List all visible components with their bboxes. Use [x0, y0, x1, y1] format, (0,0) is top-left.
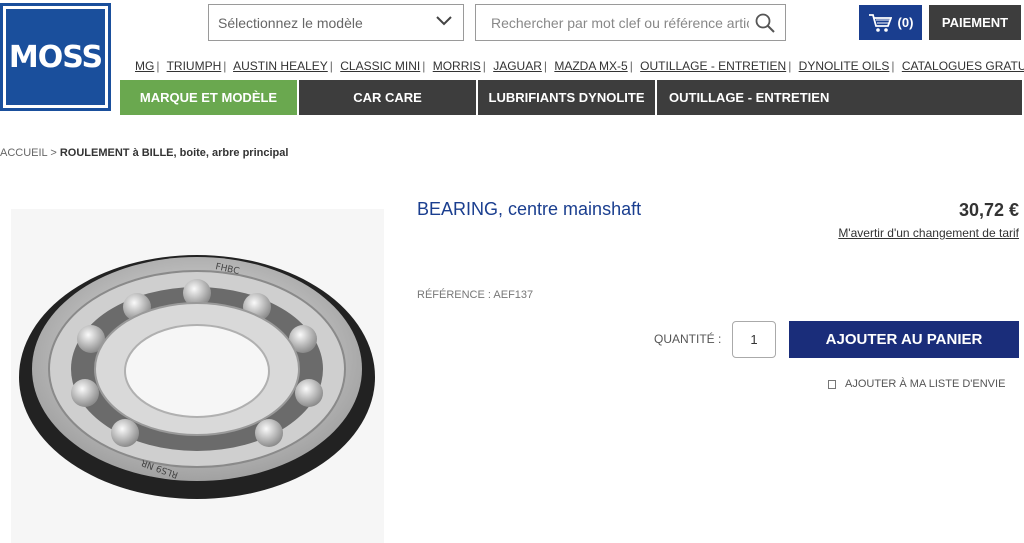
breadcrumb-separator: > — [50, 147, 57, 159]
cart-count: (0) — [897, 15, 914, 30]
breadcrumb-home[interactable]: ACCUEIL — [0, 147, 47, 159]
model-select[interactable]: Sélectionnez le modèle — [208, 4, 464, 41]
product-image[interactable]: FHBC RLS9 NR — [11, 209, 384, 543]
checkout-button[interactable]: PAIEMENT — [929, 5, 1021, 40]
brand-link-morris[interactable]: MORRIS — [433, 59, 481, 73]
link-separator: | — [422, 59, 426, 73]
brand-link-jaguar[interactable]: JAGUAR — [493, 59, 542, 73]
breadcrumb: ACCUEIL > ROULEMENT à BILLE, boite, arbr… — [0, 147, 288, 159]
brand-link-mazda-mx5[interactable]: MAZDA MX-5 — [554, 59, 627, 73]
moss-logo[interactable]: MOSS — [0, 3, 111, 111]
brand-links: MG | TRIUMPH | AUSTIN HEALEY | CLASSIC MINI… — [135, 59, 1024, 73]
cart-button[interactable]: (0) — [859, 5, 922, 40]
link-separator: | — [543, 59, 547, 73]
wishlist-checkbox-icon[interactable] — [828, 379, 836, 389]
link-separator: | — [482, 59, 486, 73]
chevron-down-icon — [436, 16, 452, 26]
wishlist-link[interactable]: AJOUTER À MA LISTE D'ENVIE — [828, 378, 1005, 390]
brand-link-classic-mini[interactable]: CLASSIC MINI — [340, 59, 420, 73]
search-box[interactable] — [475, 4, 786, 41]
wishlist-label: AJOUTER À MA LISTE D'ENVIE — [845, 378, 1006, 390]
link-separator: | — [329, 59, 333, 73]
logo-badge: MOSS — [6, 9, 105, 105]
main-menu: MARQUE ET MODÈLE CAR CARE LUBRIFIANTS DY… — [120, 80, 1022, 115]
brand-link-dynolite-oils[interactable]: DYNOLITE OILS — [799, 59, 890, 73]
brand-link-catalogues[interactable]: CATALOGUES GRATUITS — [902, 59, 1024, 73]
logo-text: MOSS — [8, 39, 103, 75]
menu-item-lubrifiants[interactable]: LUBRIFIANTS DYNOLITE — [478, 80, 657, 115]
quantity-label: QUANTITÉ : — [654, 332, 722, 346]
bearing-illustration: FHBC RLS9 NR — [19, 255, 375, 499]
quantity-input[interactable] — [732, 321, 776, 358]
model-select-placeholder: Sélectionnez le modèle — [218, 14, 363, 31]
brand-link-outillage[interactable]: OUTILLAGE - ENTRETIEN — [640, 59, 786, 73]
link-separator: | — [156, 59, 160, 73]
breadcrumb-current: ROULEMENT à BILLE, boite, arbre principa… — [59, 147, 289, 159]
search-icon[interactable] — [755, 13, 775, 33]
menu-item-outillage[interactable]: OUTILLAGE - ENTRETIEN — [657, 80, 1022, 115]
link-separator: | — [788, 59, 792, 73]
link-separator: | — [223, 59, 227, 73]
link-separator: | — [891, 59, 895, 73]
menu-item-car-care[interactable]: CAR CARE — [299, 80, 478, 115]
brand-link-austin-healey[interactable]: AUSTIN HEALEY — [233, 59, 328, 73]
brand-link-mg[interactable]: MG — [135, 59, 154, 73]
product-reference: RÉFÉRENCE : AEF137 — [417, 289, 534, 301]
shopping-cart-icon — [868, 13, 892, 32]
product-price: 30,72 € — [958, 200, 1019, 220]
brand-link-triumph[interactable]: TRIUMPH — [167, 59, 222, 73]
price-alert-link[interactable]: M'avertir d'un changement de tarif — [838, 226, 1019, 240]
search-input[interactable] — [491, 14, 749, 32]
menu-item-marque-modele[interactable]: MARQUE ET MODÈLE — [120, 80, 299, 115]
product-title: BEARING, centre mainshaft — [417, 199, 642, 219]
link-separator: | — [629, 59, 633, 73]
add-to-cart-button[interactable]: AJOUTER AU PANIER — [789, 321, 1019, 358]
